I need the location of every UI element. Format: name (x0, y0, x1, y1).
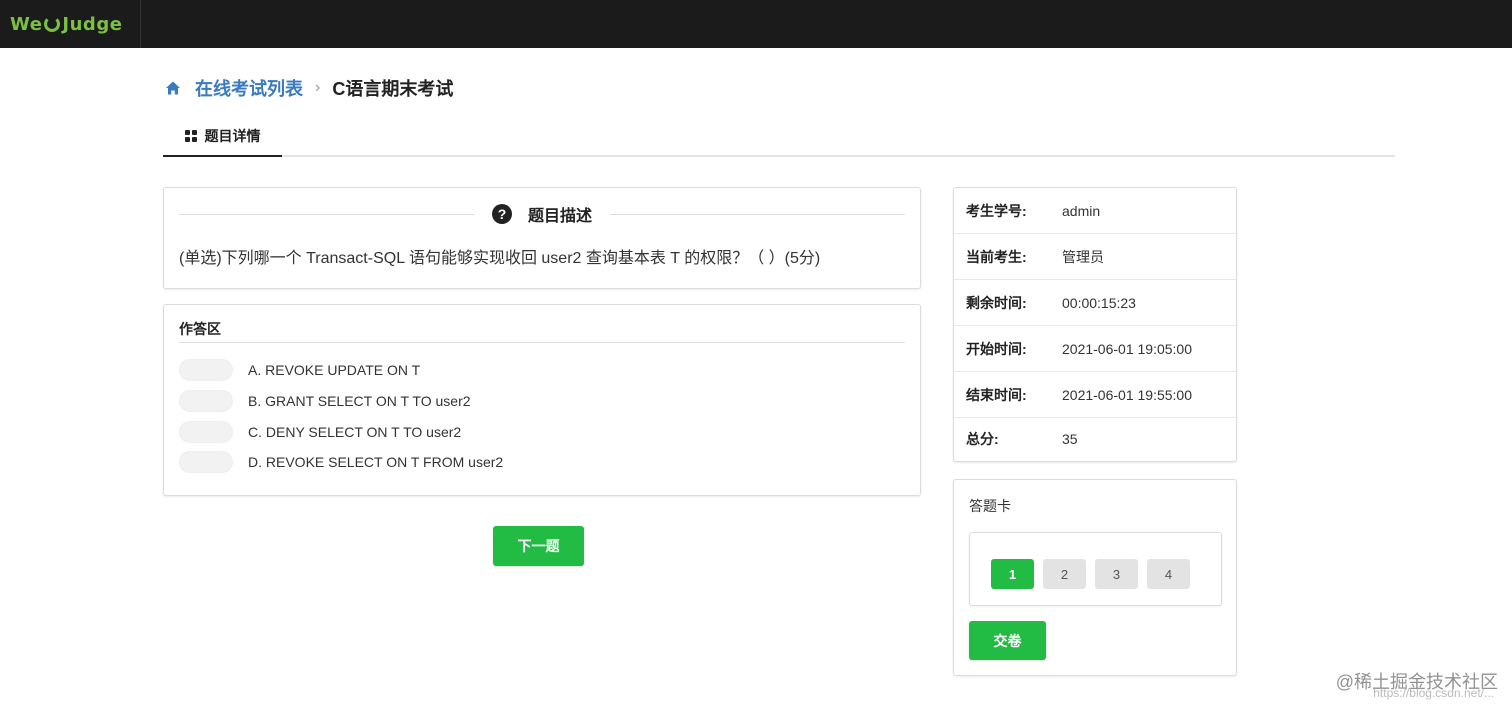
breadcrumb-current: C语言期末考试 (332, 79, 454, 99)
option-b[interactable]: B. GRANT SELECT ON T TO user2 (179, 389, 471, 413)
option-d[interactable]: D. REVOKE SELECT ON T FROM user2 (179, 450, 503, 474)
grid-icon (184, 130, 197, 142)
option-toggle[interactable] (179, 421, 233, 443)
exam-info-table: 考生学号: admin 当前考生: 管理员 剩余时间: 00:00:15:23 … (953, 187, 1237, 462)
option-label: D. REVOKE SELECT ON T FROM user2 (248, 454, 504, 470)
info-row-student-id: 考生学号: admin (954, 188, 1236, 234)
tab-question-detail[interactable]: 题目详情 (163, 117, 282, 157)
logo-prefix: We (10, 13, 43, 35)
info-label: 结束时间: (966, 386, 1027, 403)
logo-suffix: Judge (62, 13, 123, 35)
watermark-url: https://blog.csdn.net/... (1373, 686, 1494, 700)
question-title: 题目描述 (528, 208, 593, 225)
option-label: B. GRANT SELECT ON T TO user2 (248, 393, 471, 409)
question-number-button-3[interactable]: 3 (1095, 559, 1138, 589)
info-row-end-time: 结束时间: 2021-06-01 19:55:00 (954, 372, 1236, 418)
question-text: (单选)下列哪一个 Transact-SQL 语句能够实现收回 user2 查询… (179, 250, 821, 267)
divider (610, 213, 906, 215)
info-row-remaining-time: 剩余时间: 00:00:15:23 (954, 280, 1236, 326)
option-toggle[interactable] (179, 451, 233, 473)
option-label: C. DENY SELECT ON T TO user2 (248, 424, 462, 440)
option-c[interactable]: C. DENY SELECT ON T TO user2 (179, 420, 461, 444)
question-number-button-4[interactable]: 4 (1147, 559, 1190, 589)
answer-sheet-card: 答题卡 1 2 3 4 交卷 (953, 479, 1237, 676)
info-value: 35 (1062, 431, 1078, 447)
option-toggle[interactable] (179, 359, 233, 381)
info-row-total-score: 总分: 35 (954, 416, 1236, 462)
tab-label: 题目详情 (204, 128, 261, 144)
option-a[interactable]: A. REVOKE UPDATE ON T (179, 358, 420, 382)
info-value: admin (1062, 202, 1101, 219)
info-row-current-student: 当前考生: 管理员 (954, 234, 1236, 280)
breadcrumb-link-exam-list[interactable]: 在线考试列表 (195, 75, 303, 101)
question-number-grid: 1 2 3 4 (969, 532, 1222, 606)
question-circle-icon: ? (492, 204, 512, 224)
home-icon[interactable] (165, 80, 181, 96)
question-number-button-1[interactable]: 1 (991, 559, 1034, 589)
option-toggle[interactable] (179, 390, 233, 412)
question-header: ? 题目描述 (179, 202, 906, 226)
info-value: 2021-06-01 19:55:00 (1062, 386, 1192, 403)
tab-bar: 题目详情 (163, 117, 1395, 157)
info-label: 剩余时间: (966, 294, 1027, 311)
answer-area-card: 作答区 A. REVOKE UPDATE ON T B. GRANT SELEC… (163, 304, 921, 496)
option-label: A. REVOKE UPDATE ON T (248, 362, 421, 378)
divider (179, 213, 474, 215)
logo-swirl-icon (44, 15, 61, 32)
info-label: 总分: (966, 431, 999, 447)
answer-sheet-title: 答题卡 (969, 498, 1011, 514)
top-navbar: We Judge (0, 0, 1512, 48)
info-row-start-time: 开始时间: 2021-06-01 19:05:00 (954, 326, 1236, 372)
logo-text: We Judge (10, 14, 122, 35)
question-number-button-2[interactable]: 2 (1043, 559, 1086, 589)
question-card: ? 题目描述 (单选)下列哪一个 Transact-SQL 语句能够实现收回 u… (163, 187, 921, 289)
next-question-button[interactable]: 下一题 (493, 526, 584, 566)
info-label: 考生学号: (966, 202, 1027, 219)
info-value: 管理员 (1062, 248, 1104, 265)
submit-exam-button[interactable]: 交卷 (969, 621, 1046, 660)
logo[interactable]: We Judge (0, 0, 141, 48)
answer-area-title: 作答区 (179, 319, 905, 343)
chevron-right-icon: › (315, 79, 321, 96)
info-label: 开始时间: (966, 340, 1027, 357)
info-label: 当前考生: (966, 248, 1027, 265)
info-value: 2021-06-01 19:05:00 (1062, 340, 1192, 357)
info-value: 00:00:15:23 (1062, 294, 1136, 311)
breadcrumb: 在线考试列表 › C语言期末考试 (165, 76, 453, 100)
